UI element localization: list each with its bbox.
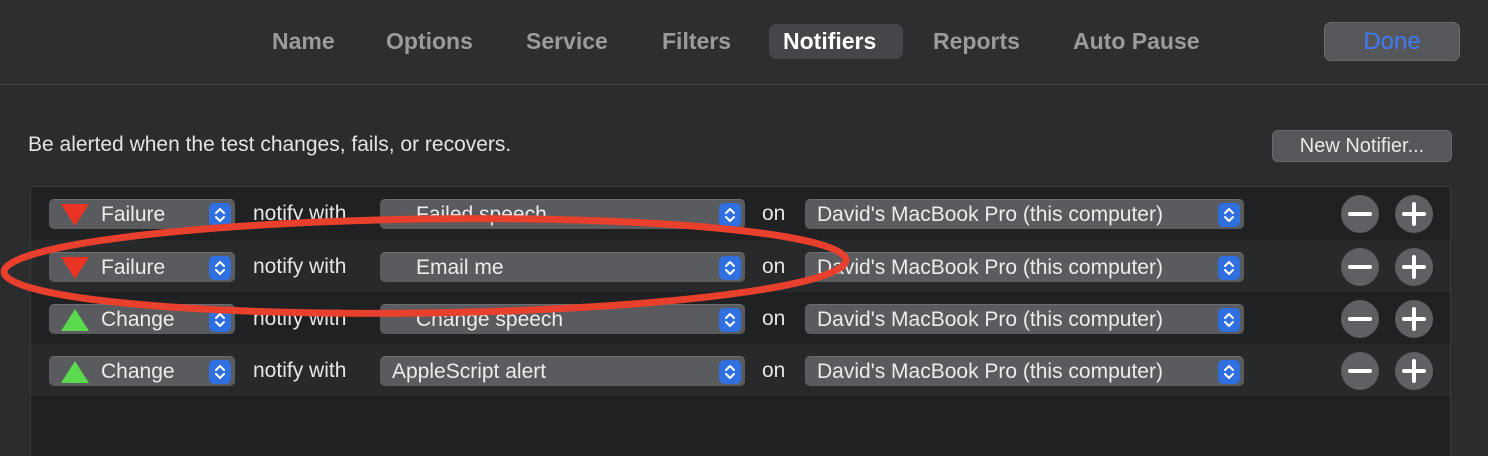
minus-icon: [1348, 212, 1372, 216]
new-notifier-button[interactable]: New Notifier...: [1272, 130, 1452, 162]
action-popup[interactable]: Email me: [380, 252, 745, 282]
notify-with-label: notify with: [253, 255, 347, 278]
notifiers-table: Failure notify with Failed speech on Dav…: [30, 186, 1451, 456]
chevron-updown-icon: [209, 360, 231, 384]
chevron-updown-icon: [1218, 256, 1240, 280]
on-label: on: [762, 307, 786, 330]
description-text: Be alerted when the test changes, fails,…: [28, 133, 512, 156]
toolbar: Name Options Service Filters Notifiers R…: [0, 0, 1488, 85]
notifier-row: Failure notify with Email me on David's …: [31, 240, 1450, 292]
notify-with-label: notify with: [253, 307, 347, 330]
action-label: Change speech: [416, 308, 564, 331]
notify-with-label: notify with: [253, 359, 347, 382]
remove-button[interactable]: [1341, 352, 1379, 390]
chevron-updown-icon: [209, 256, 231, 280]
chevron-updown-icon: [209, 203, 231, 227]
tab-filters[interactable]: Filters: [648, 24, 745, 59]
target-label: David's MacBook Pro (this computer): [817, 256, 1163, 279]
chevron-updown-icon: [1218, 308, 1240, 332]
add-button[interactable]: [1395, 248, 1433, 286]
chevron-updown-icon: [209, 308, 231, 332]
chevron-updown-icon: [719, 256, 741, 280]
on-label: on: [762, 359, 786, 382]
trigger-popup[interactable]: Failure: [49, 252, 235, 282]
tab-notifiers[interactable]: Notifiers: [769, 24, 903, 59]
remove-button[interactable]: [1341, 248, 1379, 286]
tab-name[interactable]: Name: [258, 24, 349, 59]
plus-icon: [1402, 307, 1426, 331]
trigger-label: Failure: [101, 203, 166, 226]
chevron-updown-icon: [1218, 360, 1240, 384]
add-button[interactable]: [1395, 300, 1433, 338]
remove-button[interactable]: [1341, 195, 1379, 233]
up-triangle-icon: [61, 361, 89, 383]
target-popup[interactable]: David's MacBook Pro (this computer): [805, 304, 1244, 334]
tab-reports[interactable]: Reports: [919, 24, 1034, 59]
action-label: Failed speech: [416, 203, 547, 226]
action-popup[interactable]: Change speech: [380, 304, 745, 334]
minus-icon: [1348, 369, 1372, 373]
trigger-popup[interactable]: Change: [49, 356, 235, 386]
action-popup[interactable]: Failed speech: [380, 199, 745, 229]
remove-button[interactable]: [1341, 300, 1379, 338]
action-popup[interactable]: AppleScript alert: [380, 356, 745, 386]
minus-icon: [1348, 317, 1372, 321]
tab-service[interactable]: Service: [512, 24, 622, 59]
tab-options[interactable]: Options: [372, 24, 487, 59]
target-popup[interactable]: David's MacBook Pro (this computer): [805, 252, 1244, 282]
chevron-updown-icon: [1218, 203, 1240, 227]
target-label: David's MacBook Pro (this computer): [817, 203, 1163, 226]
done-button[interactable]: Done: [1324, 22, 1460, 61]
notifier-row: Change notify with Change speech on Davi…: [31, 292, 1450, 344]
up-triangle-icon: [61, 309, 89, 331]
add-button[interactable]: [1395, 195, 1433, 233]
action-label: Email me: [416, 256, 504, 279]
chevron-updown-icon: [719, 308, 741, 332]
minus-icon: [1348, 265, 1372, 269]
target-popup[interactable]: David's MacBook Pro (this computer): [805, 356, 1244, 386]
plus-icon: [1402, 255, 1426, 279]
chevron-updown-icon: [719, 360, 741, 384]
notify-with-label: notify with: [253, 202, 347, 225]
add-button[interactable]: [1395, 352, 1433, 390]
plus-icon: [1402, 202, 1426, 226]
target-popup[interactable]: David's MacBook Pro (this computer): [805, 199, 1244, 229]
on-label: on: [762, 255, 786, 278]
notifier-row: Failure notify with Failed speech on Dav…: [31, 187, 1450, 239]
trigger-label: Failure: [101, 256, 166, 279]
action-label: AppleScript alert: [392, 360, 547, 383]
plus-icon: [1402, 359, 1426, 383]
trigger-popup[interactable]: Change: [49, 304, 235, 334]
target-label: David's MacBook Pro (this computer): [817, 360, 1163, 383]
target-label: David's MacBook Pro (this computer): [817, 308, 1163, 331]
trigger-label: Change: [101, 308, 175, 331]
down-triangle-icon: [61, 257, 89, 279]
notifier-row: Change notify with AppleScript alert on …: [31, 344, 1450, 396]
trigger-popup[interactable]: Failure: [49, 199, 235, 229]
tab-auto-pause[interactable]: Auto Pause: [1059, 24, 1214, 59]
down-triangle-icon: [61, 204, 89, 226]
trigger-label: Change: [101, 360, 175, 383]
on-label: on: [762, 202, 786, 225]
chevron-updown-icon: [719, 203, 741, 227]
